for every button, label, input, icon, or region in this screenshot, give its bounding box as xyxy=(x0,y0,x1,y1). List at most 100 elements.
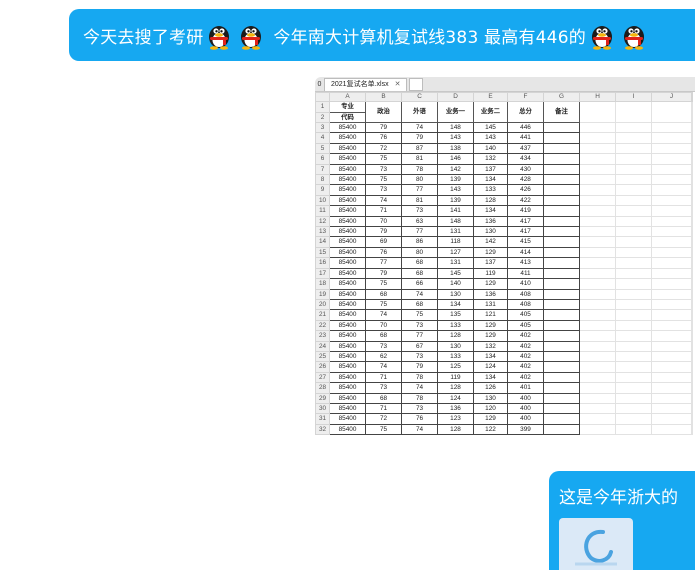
table-cell[interactable]: 121 xyxy=(473,309,508,321)
table-cell[interactable]: 137 xyxy=(473,257,508,269)
row-number[interactable]: 26 xyxy=(315,361,330,373)
table-cell[interactable]: 80 xyxy=(401,174,438,186)
message-bubble-2[interactable]: 这是今年浙大的 xyxy=(549,471,695,570)
table-cell[interactable]: 415 xyxy=(507,236,544,248)
table-cell[interactable] xyxy=(579,226,616,238)
table-header-cell[interactable]: 备注 xyxy=(543,101,580,123)
table-cell[interactable]: 132 xyxy=(473,153,508,165)
table-cell[interactable] xyxy=(691,153,693,165)
table-cell[interactable] xyxy=(579,132,616,144)
table-cell[interactable] xyxy=(543,340,580,352)
table-cell[interactable] xyxy=(651,101,692,123)
table-cell[interactable] xyxy=(579,288,616,300)
table-cell[interactable] xyxy=(579,121,616,134)
table-cell[interactable] xyxy=(615,184,652,196)
table-cell[interactable] xyxy=(579,402,616,415)
table-cell[interactable]: 68 xyxy=(401,257,438,269)
table-cell[interactable] xyxy=(543,298,580,311)
table-cell[interactable] xyxy=(651,298,692,311)
table-cell[interactable] xyxy=(579,392,616,404)
table-cell[interactable] xyxy=(651,309,692,321)
table-cell[interactable]: 139 xyxy=(437,194,474,207)
table-cell[interactable]: 76 xyxy=(365,132,402,144)
table-cell[interactable]: 74 xyxy=(401,121,438,134)
table-cell[interactable]: 437 xyxy=(507,142,544,155)
table-cell[interactable] xyxy=(615,298,652,311)
table-cell[interactable] xyxy=(543,257,580,269)
table-cell[interactable]: 417 xyxy=(507,226,544,238)
table-cell[interactable]: 119 xyxy=(473,267,508,280)
table-cell[interactable] xyxy=(651,319,692,332)
table-cell[interactable]: 426 xyxy=(507,184,544,196)
table-cell[interactable] xyxy=(651,392,692,404)
table-cell[interactable] xyxy=(543,330,580,342)
table-cell[interactable]: 87 xyxy=(401,142,438,155)
row-number[interactable]: 3 xyxy=(315,121,330,134)
table-cell[interactable]: 69 xyxy=(365,236,402,248)
table-cell[interactable] xyxy=(543,382,580,394)
column-header[interactable]: H xyxy=(579,92,616,102)
table-cell[interactable] xyxy=(691,101,693,123)
table-cell[interactable] xyxy=(543,309,580,321)
table-cell[interactable]: 134 xyxy=(473,205,508,217)
table-cell[interactable] xyxy=(615,194,652,207)
row-number[interactable]: 19 xyxy=(315,288,330,300)
table-cell[interactable]: 126 xyxy=(473,382,508,394)
table-cell[interactable]: 75 xyxy=(365,174,402,186)
table-cell[interactable] xyxy=(651,236,692,248)
table-cell[interactable]: 138 xyxy=(437,142,474,155)
table-cell[interactable]: 123 xyxy=(437,413,474,425)
table-cell[interactable] xyxy=(691,163,693,176)
table-cell[interactable] xyxy=(579,267,616,280)
table-cell[interactable] xyxy=(543,226,580,238)
row-number[interactable]: 14 xyxy=(315,236,330,248)
table-cell[interactable] xyxy=(651,371,692,384)
table-cell[interactable] xyxy=(615,215,652,228)
table-cell[interactable] xyxy=(691,246,693,259)
row-number[interactable]: 12 xyxy=(315,215,330,228)
table-cell[interactable]: 73 xyxy=(365,163,402,176)
table-cell[interactable]: 135 xyxy=(437,309,474,321)
table-cell[interactable]: 85400 xyxy=(329,174,366,186)
table-cell[interactable]: 85400 xyxy=(329,184,366,196)
table-cell[interactable] xyxy=(691,257,693,269)
row-number[interactable]: 20 xyxy=(315,298,330,311)
table-cell[interactable]: 79 xyxy=(365,267,402,280)
table-cell[interactable] xyxy=(579,215,616,228)
table-cell[interactable]: 428 xyxy=(507,174,544,186)
row-number[interactable]: 18 xyxy=(315,278,330,290)
table-cell[interactable]: 73 xyxy=(365,340,402,352)
table-cell[interactable]: 85400 xyxy=(329,215,366,228)
table-cell[interactable] xyxy=(579,319,616,332)
table-cell[interactable] xyxy=(543,319,580,332)
column-header[interactable]: C xyxy=(401,92,438,102)
table-cell[interactable]: 74 xyxy=(401,288,438,300)
spreadsheet-screenshot[interactable]: 0 2021复试名单.xlsx ✕ ABCDEFGHIJ 1 专业 政治 外语 业务一业… xyxy=(315,77,695,443)
table-cell[interactable] xyxy=(651,278,692,290)
table-cell[interactable]: 402 xyxy=(507,361,544,373)
table-cell[interactable]: 130 xyxy=(437,288,474,300)
table-cell[interactable] xyxy=(543,350,580,363)
table-cell[interactable] xyxy=(691,236,693,248)
table-cell[interactable] xyxy=(691,392,693,404)
row-number[interactable]: 30 xyxy=(315,402,330,415)
table-cell[interactable] xyxy=(651,226,692,238)
table-cell[interactable] xyxy=(543,246,580,259)
table-cell[interactable]: 134 xyxy=(473,174,508,186)
table-cell[interactable] xyxy=(615,226,652,238)
table-cell[interactable]: 68 xyxy=(401,267,438,280)
table-cell[interactable]: 76 xyxy=(365,246,402,259)
table-cell[interactable]: 85400 xyxy=(329,330,366,342)
table-cell[interactable]: 85400 xyxy=(329,205,366,217)
table-cell[interactable]: 85400 xyxy=(329,423,366,436)
column-header[interactable]: E xyxy=(473,92,508,102)
table-cell[interactable] xyxy=(543,361,580,373)
table-cell[interactable] xyxy=(651,402,692,415)
table-cell[interactable]: 77 xyxy=(365,257,402,269)
table-cell[interactable] xyxy=(651,205,692,217)
table-cell[interactable]: 411 xyxy=(507,267,544,280)
row-number[interactable]: 5 xyxy=(315,142,330,155)
table-header-cell[interactable]: 政治 xyxy=(365,101,402,123)
table-cell[interactable] xyxy=(615,392,652,404)
row-number[interactable]: 9 xyxy=(315,184,330,196)
